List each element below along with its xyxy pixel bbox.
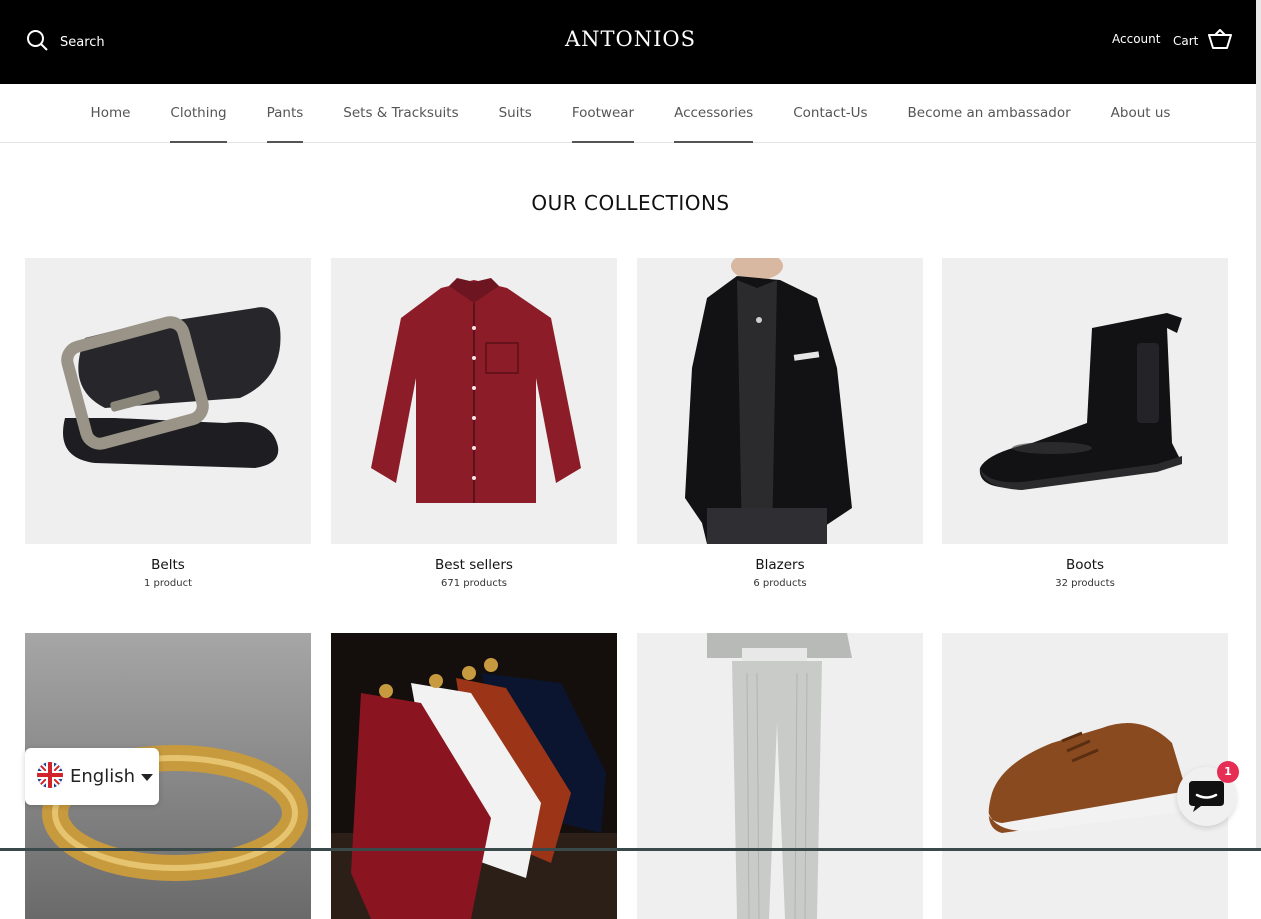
collection-count: 1 product [143,578,192,589]
uk-flag-icon [36,761,64,793]
account-link[interactable]: Account [1112,32,1160,46]
top-header: Search ANTONIOS Account Cart [0,0,1261,84]
nav-item-contact-us[interactable]: Contact-Us [793,105,867,143]
collection-card-boots[interactable]: Boots 32 products [942,258,1228,589]
nav-item-accessories[interactable]: Accessories [674,105,754,143]
collection-name: Best sellers [435,557,513,573]
nav-item-sets-tracksuits[interactable]: Sets & Tracksuits [343,105,458,143]
language-label: English [70,766,135,787]
nav-item-home[interactable]: Home [91,105,131,143]
boot-image [942,258,1228,544]
language-selector[interactable]: English [25,748,159,805]
chat-widget-button[interactable]: 1 [1177,761,1239,826]
blazer-image [637,258,923,544]
nav-item-suits[interactable]: Suits [499,105,532,143]
pants-image [637,633,923,919]
shirt-image [331,258,617,544]
belt-image [25,258,311,544]
collection-card-pants[interactable] [637,633,923,919]
page-scrollbar[interactable] [1256,0,1261,851]
collection-name: Boots [1065,557,1105,573]
page-title: OUR COLLECTIONS [531,191,730,215]
collection-card-blazers[interactable]: Blazers 6 products [637,258,923,589]
collection-card-belts[interactable]: Belts 1 product [25,258,311,589]
cart-label: Cart [1173,34,1199,48]
nav-item-about-us[interactable]: About us [1111,105,1171,143]
collection-count: 671 products [441,578,507,589]
collection-card-best-sellers[interactable]: Best sellers 671 products [331,258,617,589]
chat-bubble-icon [1177,781,1236,830]
collection-count: 32 products [1055,578,1115,589]
collection-card-dress-shoes[interactable] [331,633,617,919]
collection-name: Belts [151,557,185,573]
nav-list: Home Clothing Pants Sets & Tracksuits Suits F… [0,105,1261,143]
nav-item-become-an-ambassador[interactable]: Become an ambassador [908,105,1071,143]
store-logo[interactable]: ANTONIOS [0,27,1261,51]
collection-name: Blazers [755,557,805,573]
main-nav: Home Clothing Pants Sets & Tracksuits Suits F… [0,84,1261,143]
collection-count: 6 products [753,578,807,589]
dress-shoes-image [331,633,617,919]
basket-icon [1208,29,1233,53]
cart-button[interactable]: Cart [1173,29,1233,53]
caret-down-icon [141,767,153,786]
chat-notification-badge: 1 [1217,761,1239,783]
nav-item-footwear[interactable]: Footwear [571,105,635,143]
nav-item-pants[interactable]: Pants [266,105,303,143]
nav-item-clothing[interactable]: Clothing [170,105,227,143]
